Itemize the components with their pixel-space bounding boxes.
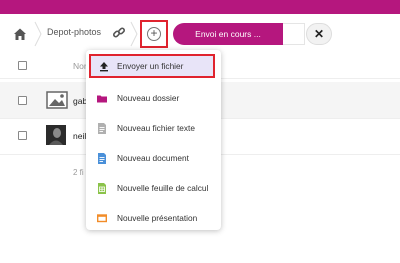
image-placeholder-icon xyxy=(46,91,68,109)
select-all-checkbox[interactable] xyxy=(18,61,27,70)
breadcrumb-separator xyxy=(34,21,42,47)
file-count-summary: 2 fi xyxy=(73,168,84,177)
top-app-bar xyxy=(0,0,400,14)
menu-item-upload-file[interactable]: Envoyer un fichier xyxy=(89,54,215,78)
upload-progress-track xyxy=(283,23,305,45)
menu-item-new-presentation[interactable]: Nouvelle présentation xyxy=(86,204,221,234)
files-toolbar: Depot-photos + Envoi en cours ... ✕ xyxy=(0,14,400,54)
menu-item-new-document[interactable]: Nouveau document xyxy=(86,144,221,174)
spreadsheet-icon xyxy=(98,183,106,194)
new-button[interactable]: + xyxy=(140,20,168,48)
upload-progress-bar: Envoi en cours ... xyxy=(173,23,283,45)
file-name[interactable]: neil xyxy=(73,131,86,141)
new-file-menu: Envoyer un fichier Nouveau dossier Nouve… xyxy=(86,50,221,230)
menu-item-new-text-file[interactable]: Nouveau fichier texte xyxy=(86,114,221,144)
breadcrumb-separator xyxy=(130,21,138,47)
row-checkbox[interactable] xyxy=(18,96,27,105)
document-icon xyxy=(98,153,106,164)
row-checkbox[interactable] xyxy=(18,131,27,140)
photo-thumbnail xyxy=(46,125,66,145)
folder-icon xyxy=(97,95,107,103)
share-link-icon[interactable] xyxy=(112,26,126,40)
cancel-upload-button[interactable]: ✕ xyxy=(306,23,332,45)
upload-icon xyxy=(100,62,108,72)
menu-item-new-spreadsheet[interactable]: Nouvelle feuille de calcul xyxy=(86,174,221,204)
breadcrumb-folder[interactable]: Depot-photos xyxy=(47,27,101,37)
presentation-icon xyxy=(97,214,107,223)
home-icon[interactable] xyxy=(12,26,28,42)
plus-icon: + xyxy=(147,27,161,41)
menu-item-new-folder[interactable]: Nouveau dossier xyxy=(86,84,221,114)
text-file-icon xyxy=(98,123,106,134)
